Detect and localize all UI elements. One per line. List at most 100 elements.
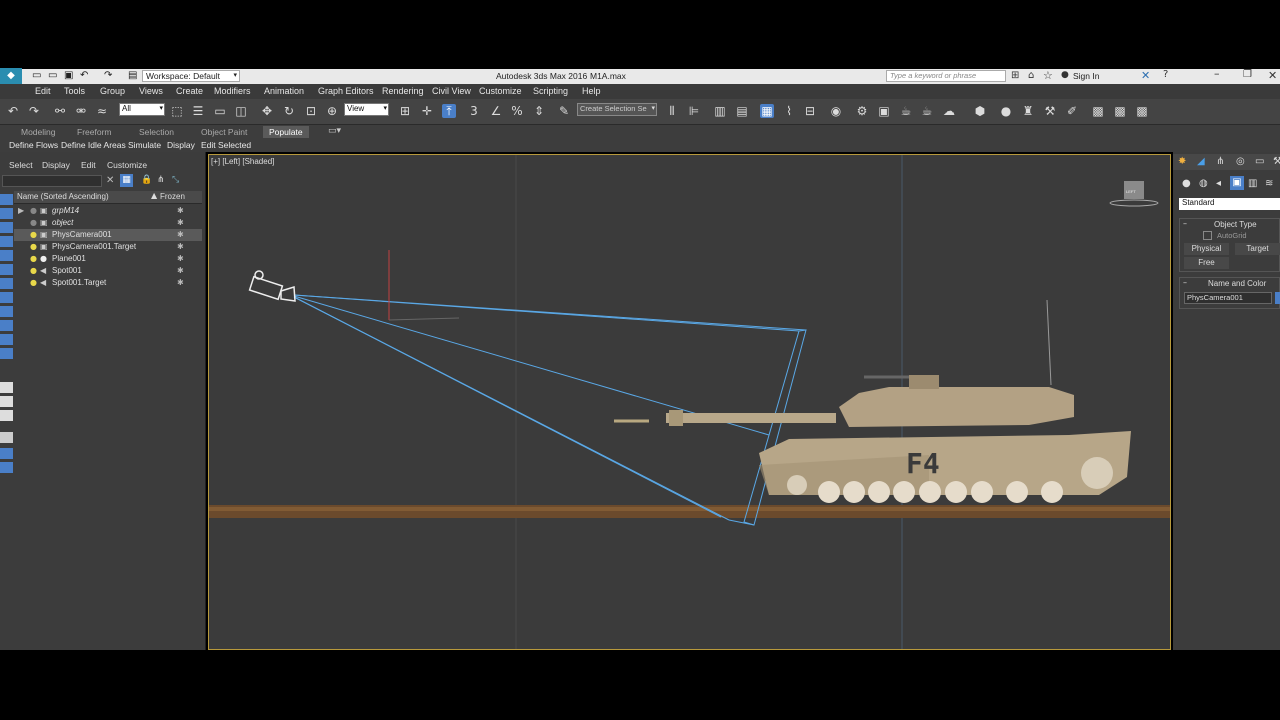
- layer-icon[interactable]: [0, 448, 13, 459]
- invert-display-icon[interactable]: [0, 410, 13, 421]
- define-idle-areas-button[interactable]: Define Idle Areas: [61, 140, 126, 150]
- hammer-icon[interactable]: ⚒: [1043, 104, 1057, 118]
- cameras-filter-icon[interactable]: [0, 236, 13, 247]
- object-type-header[interactable]: Object Type: [1214, 220, 1257, 229]
- visibility-bulb-icon[interactable]: ●: [30, 253, 37, 265]
- scene-menu-customize[interactable]: Customize: [107, 160, 147, 170]
- lights-category-icon[interactable]: ◂: [1216, 178, 1221, 189]
- minimize-icon[interactable]: –: [1214, 67, 1220, 80]
- list-item[interactable]: ▶ ● ▣ grpM14 ✱: [14, 205, 202, 217]
- selection-filter-dropdown[interactable]: All ▾: [119, 103, 165, 116]
- object-name-field[interactable]: PhysCamera001: [1184, 292, 1272, 304]
- list-item[interactable]: ● ▣ object ✱: [14, 217, 202, 229]
- sphere-icon[interactable]: ●: [999, 104, 1013, 118]
- select-by-name-icon[interactable]: ☰: [191, 104, 205, 118]
- favorites-star-icon[interactable]: ☆: [1043, 69, 1053, 82]
- align-icon[interactable]: ⊫: [687, 104, 701, 118]
- physical-camera-button[interactable]: Physical: [1184, 243, 1229, 255]
- frozen-filter-icon[interactable]: [0, 334, 13, 345]
- curve-editor-icon[interactable]: ⌇: [782, 104, 796, 118]
- hierarchy-tab-icon[interactable]: ⋔: [1216, 156, 1224, 167]
- render-setup-icon[interactable]: ⚙: [855, 104, 869, 118]
- mirror-icon[interactable]: ⫴: [665, 104, 679, 118]
- toggle-ribbon-icon[interactable]: ▦: [760, 104, 774, 118]
- angle-snap-icon[interactable]: ∠: [489, 104, 503, 118]
- reference-coordinate-dropdown[interactable]: View ▾: [344, 103, 389, 116]
- list-item[interactable]: ● ▣ PhysCamera001.Target ✱: [14, 241, 202, 253]
- link-icon[interactable]: ⚯: [53, 104, 67, 118]
- render-in-cloud-icon[interactable]: ☁: [942, 104, 956, 118]
- exchange-icon[interactable]: ✕: [1141, 69, 1150, 82]
- redo-icon[interactable]: ↷: [104, 70, 112, 81]
- tab-object-paint[interactable]: Object Paint: [201, 127, 247, 137]
- rotate-icon[interactable]: ↻: [282, 104, 296, 118]
- hierarchy-icon[interactable]: ⋔: [157, 175, 165, 185]
- pivot-center-icon[interactable]: ⊞: [398, 104, 412, 118]
- visibility-bulb-icon[interactable]: ●: [30, 241, 37, 253]
- viewport-layout-3-icon[interactable]: ▩: [1135, 104, 1149, 118]
- tab-freeform[interactable]: Freeform: [77, 127, 111, 137]
- visibility-bulb-icon[interactable]: ●: [30, 217, 37, 229]
- sync-selection-icon[interactable]: ⤡: [172, 175, 179, 185]
- menu-rendering[interactable]: Rendering: [382, 86, 424, 96]
- menu-scripting[interactable]: Scripting: [533, 86, 568, 96]
- workspace-dropdown[interactable]: Workspace: Default ▾: [142, 70, 240, 82]
- maximize-icon[interactable]: ❐: [1243, 69, 1252, 80]
- frozen-toggle-icon[interactable]: ✱: [177, 241, 184, 253]
- visibility-bulb-icon[interactable]: ●: [30, 277, 37, 289]
- name-color-header[interactable]: Name and Color: [1208, 279, 1266, 288]
- menu-civil-view[interactable]: Civil View: [432, 86, 471, 96]
- menu-views[interactable]: Views: [139, 86, 163, 96]
- column-frozen-header[interactable]: Frozen: [160, 192, 185, 201]
- free-camera-button[interactable]: Free: [1184, 257, 1229, 269]
- display-none-icon[interactable]: [0, 396, 13, 407]
- display-button[interactable]: Display: [167, 140, 195, 150]
- filter-icon[interactable]: ▦: [120, 174, 133, 187]
- frozen-toggle-icon[interactable]: ✱: [177, 253, 184, 265]
- spacewarps-filter-icon[interactable]: [0, 264, 13, 275]
- scene-menu-select[interactable]: Select: [9, 160, 33, 170]
- rendered-frame-window-icon[interactable]: ▣: [877, 104, 891, 118]
- help-icon[interactable]: ?: [1163, 69, 1168, 80]
- viewcube-face-label[interactable]: LEFT: [1126, 189, 1136, 194]
- search-input[interactable]: Type a keyword or phrase: [886, 70, 1006, 82]
- menu-group[interactable]: Group: [100, 86, 125, 96]
- create-tab-icon[interactable]: ✸: [1178, 156, 1186, 167]
- redo-icon[interactable]: ↷: [27, 104, 41, 118]
- toggle-layer-explorer-icon[interactable]: ▤: [735, 104, 749, 118]
- render-production-icon[interactable]: ☕: [899, 104, 913, 118]
- motion-tab-icon[interactable]: ◎: [1236, 156, 1245, 167]
- utilities-tab-icon[interactable]: ⚒: [1273, 156, 1280, 167]
- edit-named-selection-icon[interactable]: ✎: [557, 104, 571, 118]
- render-iterative-icon[interactable]: ☕: [920, 104, 934, 118]
- display-all-icon[interactable]: [0, 382, 13, 393]
- cameras-category-icon[interactable]: ▣: [1230, 176, 1244, 190]
- bones-filter-icon[interactable]: [0, 306, 13, 317]
- clear-search-icon[interactable]: ✕: [106, 175, 114, 186]
- menu-graph-editors[interactable]: Graph Editors: [318, 86, 374, 96]
- scene-search-input[interactable]: [2, 175, 102, 187]
- list-item[interactable]: ● ▣ PhysCamera001 ✱: [14, 229, 202, 241]
- teapot-icon[interactable]: ⬢: [973, 104, 987, 118]
- frozen-toggle-icon[interactable]: ✱: [177, 277, 184, 289]
- modify-tab-icon[interactable]: ◢: [1197, 156, 1205, 167]
- subscription-icon[interactable]: ⌂: [1028, 70, 1034, 81]
- menu-animation[interactable]: Animation: [264, 86, 304, 96]
- target-camera-button[interactable]: Target: [1235, 243, 1280, 255]
- user-icon[interactable]: ●: [1061, 70, 1069, 80]
- menu-customize[interactable]: Customize: [479, 86, 522, 96]
- layer-2-icon[interactable]: [0, 462, 13, 473]
- keyboard-shortcut-override-icon[interactable]: ⤒: [442, 104, 456, 118]
- schematic-view-icon[interactable]: ⊟: [803, 104, 817, 118]
- brush-icon[interactable]: ✐: [1065, 104, 1079, 118]
- containers-filter-icon[interactable]: [0, 320, 13, 331]
- xrefs-filter-icon[interactable]: [0, 292, 13, 303]
- snaps-toggle-icon[interactable]: 3: [467, 104, 481, 118]
- material-editor-icon[interactable]: ◉: [829, 104, 843, 118]
- new-file-icon[interactable]: ▭: [32, 70, 41, 81]
- hidden-filter-icon[interactable]: [0, 348, 13, 359]
- rollout-collapse-icon[interactable]: –: [1183, 278, 1187, 287]
- tab-modeling[interactable]: Modeling: [21, 127, 56, 137]
- geometry-filter-icon[interactable]: [0, 194, 13, 205]
- category-dropdown[interactable]: Standard: [1179, 198, 1280, 210]
